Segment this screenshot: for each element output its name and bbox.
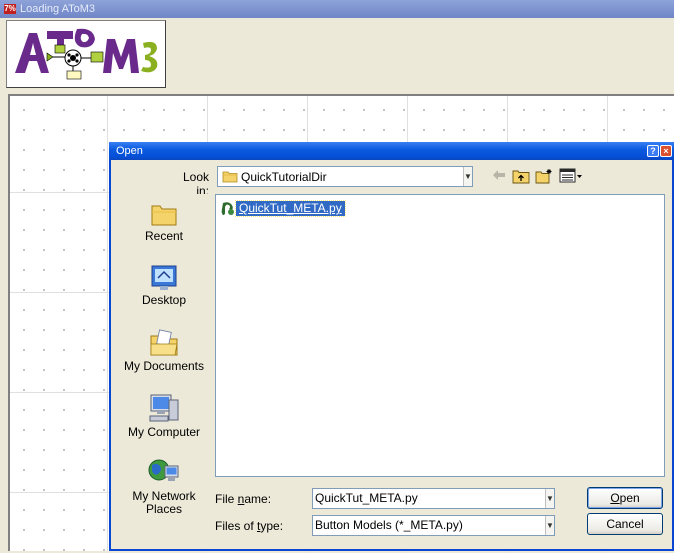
back-arrow-icon[interactable]: [491, 168, 507, 182]
app-icon: 7%: [4, 4, 16, 14]
file-name-label: File name:: [215, 492, 305, 506]
my-computer-icon: [149, 394, 179, 422]
dialog-titlebar[interactable]: Open ? ×: [109, 142, 674, 160]
button-label: pen: [619, 491, 640, 505]
file-list[interactable]: QuickTut_META.py: [215, 194, 665, 477]
network-places-icon: [148, 459, 179, 481]
place-label: Desktop: [141, 293, 187, 307]
chevron-down-icon[interactable]: ▼: [463, 167, 472, 186]
atom3-logo: [6, 20, 166, 88]
desktop-icon: [151, 265, 177, 290]
look-in-value: QuickTutorialDir: [241, 170, 327, 184]
cancel-button[interactable]: Cancel: [587, 513, 663, 535]
file-name[interactable]: QuickTut_META.py: [235, 200, 346, 217]
main-window-title: Loading AToM3: [20, 3, 96, 15]
place-recent[interactable]: Recent: [115, 200, 213, 243]
atom3-logo-graphic: [15, 28, 158, 80]
dialog-title: Open: [116, 145, 143, 157]
file-name-value: QuickTut_META.py: [315, 491, 418, 505]
file-type-value: Button Models (*_META.py): [315, 518, 463, 532]
label-text: ame:: [244, 492, 272, 506]
open-button[interactable]: Open: [587, 487, 663, 509]
file-type-select[interactable]: Button Models (*_META.py) ▼: [312, 515, 555, 536]
places-bar: Recent Desktop My Documents My Computer …: [115, 194, 213, 527]
help-button[interactable]: ?: [647, 145, 659, 157]
label-text: File: [215, 492, 238, 506]
place-my-computer[interactable]: My Computer: [115, 392, 213, 439]
chevron-down-icon[interactable]: ▼: [545, 516, 554, 535]
recent-folder-icon: [151, 205, 177, 226]
view-menu-icon[interactable]: [559, 168, 583, 184]
open-file-dialog: Open ? × Look in: QuickTutorialDir ▼ Rec…: [109, 142, 674, 551]
main-titlebar[interactable]: 7% Loading AToM3: [0, 0, 674, 18]
label-text: Files of: [215, 519, 258, 533]
place-label: My Documents: [123, 359, 205, 373]
place-label: Recent: [144, 229, 184, 243]
look-in-dropdown[interactable]: QuickTutorialDir ▼: [217, 166, 473, 187]
python-file-icon: [221, 202, 234, 215]
close-button[interactable]: ×: [660, 145, 672, 157]
my-documents-icon: [150, 329, 178, 356]
place-desktop[interactable]: Desktop: [115, 264, 213, 307]
chevron-down-icon[interactable]: ▼: [545, 489, 554, 508]
accelerator-key: O: [610, 491, 620, 505]
label-text: ype:: [260, 519, 284, 533]
up-folder-icon[interactable]: [512, 168, 530, 184]
place-label: My Computer: [127, 425, 201, 439]
new-folder-icon[interactable]: [535, 168, 553, 184]
file-name-combo[interactable]: QuickTut_META.py ▼: [312, 488, 555, 509]
file-type-label: Files of type:: [215, 519, 305, 533]
folder-icon: [222, 171, 238, 183]
canvas-grid-line: [107, 96, 108, 553]
place-my-documents[interactable]: My Documents: [115, 328, 213, 373]
place-label: My Network Places: [132, 489, 196, 516]
place-network[interactable]: My Network Places: [115, 456, 213, 516]
